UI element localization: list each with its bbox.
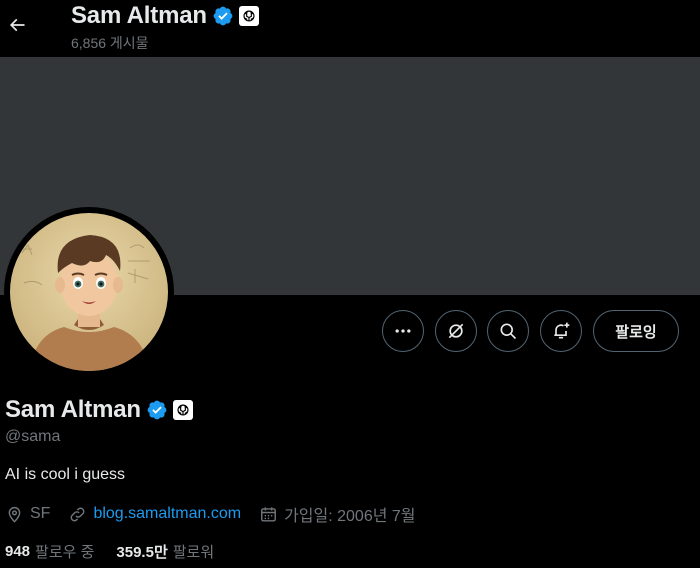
join-date-text: 가입일: 2006년 7월 <box>284 508 416 525</box>
verified-badge-icon[interactable] <box>146 399 168 421</box>
notification-add-icon <box>554 322 570 339</box>
back-arrow-icon <box>9 18 25 32</box>
following-label: 팔로우 중 <box>35 543 95 561</box>
profile-meta: SF blog.samaltman.com 가입일: 2006년 7월 <box>5 503 434 525</box>
bio: AI is cool i guess <box>5 466 126 483</box>
affiliate-badge[interactable] <box>238 6 259 26</box>
followers-label: 팔로워 <box>172 543 215 561</box>
profile-name-row: Sam Altman <box>5 395 193 425</box>
avatar[interactable] <box>10 213 168 371</box>
verified-badge-icon <box>213 6 233 26</box>
grok-icon <box>448 323 464 339</box>
location: SF <box>5 505 50 524</box>
website: blog.samaltman.com <box>68 505 241 524</box>
notify-button[interactable] <box>540 310 582 352</box>
join-date: 가입일: 2006년 7월 <box>259 502 416 526</box>
header-name-row: Sam Altman <box>71 1 259 31</box>
location-pin-icon <box>8 506 21 523</box>
back-button[interactable] <box>0 8 34 42</box>
following-count: 948 <box>5 542 31 560</box>
avatar-frame <box>4 207 174 377</box>
followers-link[interactable]: 359.5만 팔로워 <box>116 541 214 562</box>
top-bar: Sam Altman 6,856 게시물 <box>0 0 700 57</box>
user-handle: @sama <box>5 428 61 445</box>
display-name: Sam Altman <box>5 396 141 423</box>
profile-page: Sam Altman 6,856 게시물 팔로잉 Sam Altman @sam… <box>0 0 700 568</box>
openai-logo-icon <box>243 10 255 22</box>
location-text: SF <box>30 505 51 522</box>
followers-count: 359.5만 <box>116 543 168 561</box>
link-icon <box>71 507 85 521</box>
follow-stats: 948 팔로우 중 359.5만 팔로워 <box>5 540 236 562</box>
more-button[interactable] <box>382 310 424 352</box>
header-name: Sam Altman <box>71 2 207 29</box>
search-button[interactable] <box>487 310 529 352</box>
openai-logo-icon <box>177 404 189 416</box>
affiliate-badge[interactable] <box>172 400 193 420</box>
calendar-icon <box>261 506 277 522</box>
grok-button[interactable] <box>435 310 477 352</box>
website-link[interactable]: blog.samaltman.com <box>93 505 241 523</box>
following-button[interactable]: 팔로잉 <box>593 310 679 352</box>
search-icon <box>500 323 517 340</box>
post-count: 6,856 게시물 <box>71 35 149 51</box>
following-link[interactable]: 948 팔로우 중 <box>5 541 94 562</box>
more-icon <box>395 329 411 333</box>
